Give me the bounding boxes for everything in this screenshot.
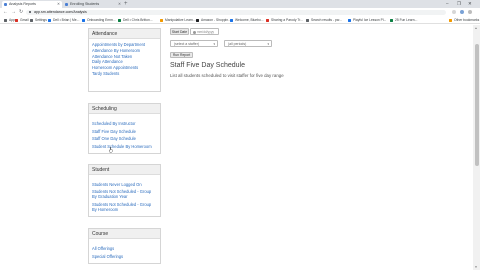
bookmark-item[interactable]: Search results - pw... [306,16,342,24]
course-panel: Course All Offerings Special Offerings [88,228,161,264]
bookmark-label: Gmail [20,18,29,22]
link-staff-one-day-schedule[interactable]: Staff One Day Schedule [92,135,157,143]
bookmark-label: Dell • Brian | Me... [53,18,80,22]
scheduling-heading: Scheduling [89,104,160,114]
bookmark-label: Welcome, Bluebo... [235,18,264,22]
profile-avatar[interactable] [460,10,464,14]
bookmark-label: Amazon - Shoppin... [201,18,231,22]
bookmark-label: Search results - pw... [311,18,342,22]
maximize-button[interactable]: ❐ [457,0,461,8]
run-report-button[interactable]: Run Report [170,52,193,58]
attendance-heading: Attendance [89,29,160,39]
bookmark-favicon-icon [48,18,51,22]
link-all-offerings[interactable]: All Offerings [92,245,157,253]
bookmark-favicon-icon [348,18,351,22]
browser-tab-enrolling-students[interactable]: Enrolling Students ✕ [63,1,123,8]
link-special-offerings[interactable]: Special Offerings [92,253,157,261]
chevron-down-icon: ▾ [267,42,269,46]
address-bar[interactable]: app.sm.attendance.com/Analysis [26,9,446,15]
tab-close-icon[interactable]: ✕ [57,1,60,8]
student-heading: Student [89,165,160,175]
calendar-icon[interactable] [192,30,196,34]
bookmark-item[interactable]: Gmail [15,16,29,24]
staff-select-value: (select a staffer) [174,42,200,46]
menu-icon[interactable] [468,10,472,14]
page-title: Staff Five Day Schedule [170,62,245,69]
mouse-pointer-icon [109,147,113,153]
page-subtitle: List all students scheduled to visit sta… [170,73,284,78]
bookmark-favicon-icon [30,18,33,22]
start-date-value: mm/dd/yyyy [197,30,215,34]
back-button[interactable]: ← [3,8,8,16]
link-student-schedule-by-homeroom[interactable]: Student Schedule By Homeroom [92,143,157,151]
bookmark-item[interactable]: Welcome, Bluebo... [230,16,264,24]
bookmark-favicon-icon [390,18,393,22]
course-heading: Course [89,229,160,239]
link-scheduled-by-instructor[interactable]: Scheduled By Instructor [92,120,157,128]
bookmark-label: Playful Ice Lesson Pl... [353,18,387,22]
bookmark-item[interactable]: Amazon - Shoppin... [196,16,231,24]
bookmark-item[interactable]: Playful Ice Lesson Pl... [348,16,386,24]
bookmark-item[interactable]: Onboarding Emm... [82,16,116,24]
staff-select[interactable]: (select a staffer) ▾ [170,40,218,47]
attendance-panel: Attendance Appointments by Department At… [88,28,161,92]
period-select[interactable]: (all periods) ▾ [224,40,272,47]
close-window-button[interactable]: ✕ [468,0,472,8]
bookmark-favicon-icon [82,18,85,22]
bookmark-item[interactable]: Sharing a Parody Tr... [266,16,303,24]
bookmark-favicon-icon [160,18,163,22]
tab-close-icon[interactable]: ✕ [118,1,121,8]
link-not-scheduled-by-graduation-year[interactable]: Students Not Scheduled - Group By Gradua… [92,189,157,201]
bookmark-favicon-icon [266,18,269,22]
bookmark-label: Dell • Chris Britton... [123,18,153,22]
browser-tab-analysis-reports[interactable]: Analysis Reports ✕ [2,1,62,8]
tab-favicon-icon [4,3,7,6]
address-bar-url: app.sm.attendance.com/Analysis [34,9,87,14]
link-students-never-logged-on[interactable]: Students Never Logged On [92,182,157,188]
bookmark-label: Other bookmarks [454,18,480,22]
reload-button[interactable]: ↻ [19,8,23,16]
bookmark-item[interactable]: Dell • Chris Britton... [118,16,153,24]
bookmark-item[interactable]: Dell • Brian | Me... [48,16,79,24]
scroll-down-icon[interactable]: ▼ [475,265,478,269]
bookmark-item[interactable]: 25 Fun Learn... [390,16,417,24]
tab-favicon-icon [65,3,68,6]
bookmark-item[interactable]: Settings [30,16,47,24]
link-tardy-students[interactable]: Tardy Students [92,71,157,77]
bookmark-label: Settings [35,18,47,22]
bookmark-favicon-icon [306,18,309,22]
bookmark-label: Sharing a Parody Tr... [271,18,303,22]
forward-button[interactable]: → [11,8,16,16]
bookmark-favicon-icon [118,18,121,22]
bookmark-favicon-icon [449,18,452,22]
scheduling-panel: Scheduling Scheduled By Instructor Staff… [88,103,161,154]
scrollbar-thumb[interactable] [474,44,479,166]
bookmark-label: Manipulative Learn... [165,18,196,22]
bookmark-favicon-icon [15,18,18,22]
link-not-scheduled-by-homeroom[interactable]: Students Not Scheduled - Group By Homero… [92,202,157,214]
chevron-down-icon: ▾ [213,42,215,46]
period-select-value: (all periods) [228,42,247,46]
start-date-input[interactable]: mm/dd/yyyy [190,28,219,35]
link-staff-five-day-schedule[interactable]: Staff Five Day Schedule [92,128,157,136]
bookmark-label: 25 Fun Learn... [395,18,418,22]
bookmark-favicon-icon [230,18,233,22]
bookmark-favicon-icon [4,18,7,22]
extensions-icon[interactable] [452,10,456,14]
bookmark-label: Onboarding Emm... [87,18,116,22]
start-date-label: Start Date [170,28,189,35]
bookmark-favicon-icon [196,18,199,22]
tab-title: Analysis Reports [9,2,36,6]
new-tab-button[interactable]: + [124,0,128,8]
tab-title: Enrolling Students [70,2,100,6]
bookmark-item[interactable]: Manipulative Learn... [160,16,196,24]
scroll-up-icon[interactable]: ▲ [475,26,478,30]
bookmark-item[interactable]: Other bookmarks [449,16,479,24]
lock-icon [28,10,31,14]
student-panel: Student Students Never Logged On Student… [88,164,161,217]
minimize-button[interactable]: – [446,0,449,8]
